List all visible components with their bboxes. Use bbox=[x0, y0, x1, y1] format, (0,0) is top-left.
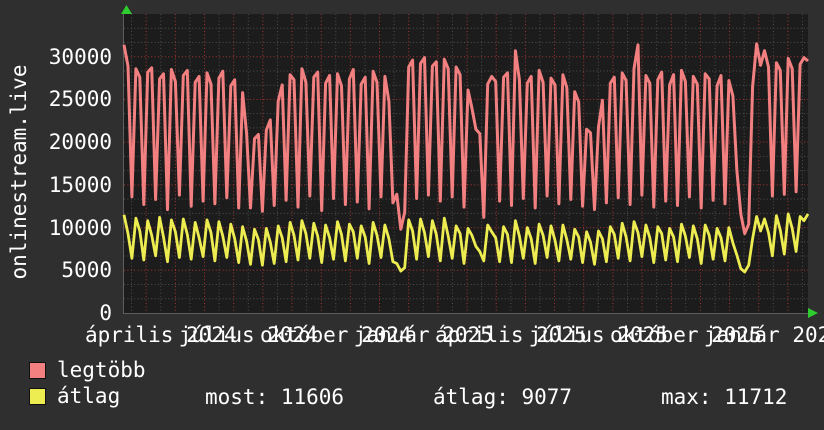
y-axis-tick-label: 10000 bbox=[48, 215, 112, 240]
y-axis-tick-label: 25000 bbox=[48, 87, 112, 112]
stat-most: most: 11606 bbox=[205, 385, 345, 409]
y-axis-arrow-up-icon bbox=[121, 5, 132, 14]
graph-vertical-title: onlinestream.live bbox=[7, 64, 31, 280]
x-axis-tick-label: január 2026 bbox=[703, 323, 824, 347]
stat-atlag: átlag: 9077 bbox=[433, 385, 573, 409]
legend-label-atlag: átlag bbox=[57, 384, 121, 408]
x-axis-arrow-right-icon bbox=[808, 308, 818, 318]
stat-max: max: 11712 bbox=[661, 385, 788, 409]
legend-label-legtobb: legtöbb bbox=[57, 358, 146, 382]
y-axis-tick-label: 30000 bbox=[48, 44, 112, 69]
rrd-graph: onlinestream.live legtöbb átlag most: 11… bbox=[0, 0, 824, 430]
legend-swatch-atlag-icon bbox=[29, 388, 46, 405]
y-axis-tick-label: 0 bbox=[99, 301, 112, 325]
y-axis-tick-label: 15000 bbox=[48, 172, 112, 197]
legend-swatch-legtobb-icon bbox=[29, 362, 46, 379]
y-axis-tick-label: 5000 bbox=[61, 258, 112, 283]
y-axis-tick-label: 20000 bbox=[48, 130, 112, 155]
